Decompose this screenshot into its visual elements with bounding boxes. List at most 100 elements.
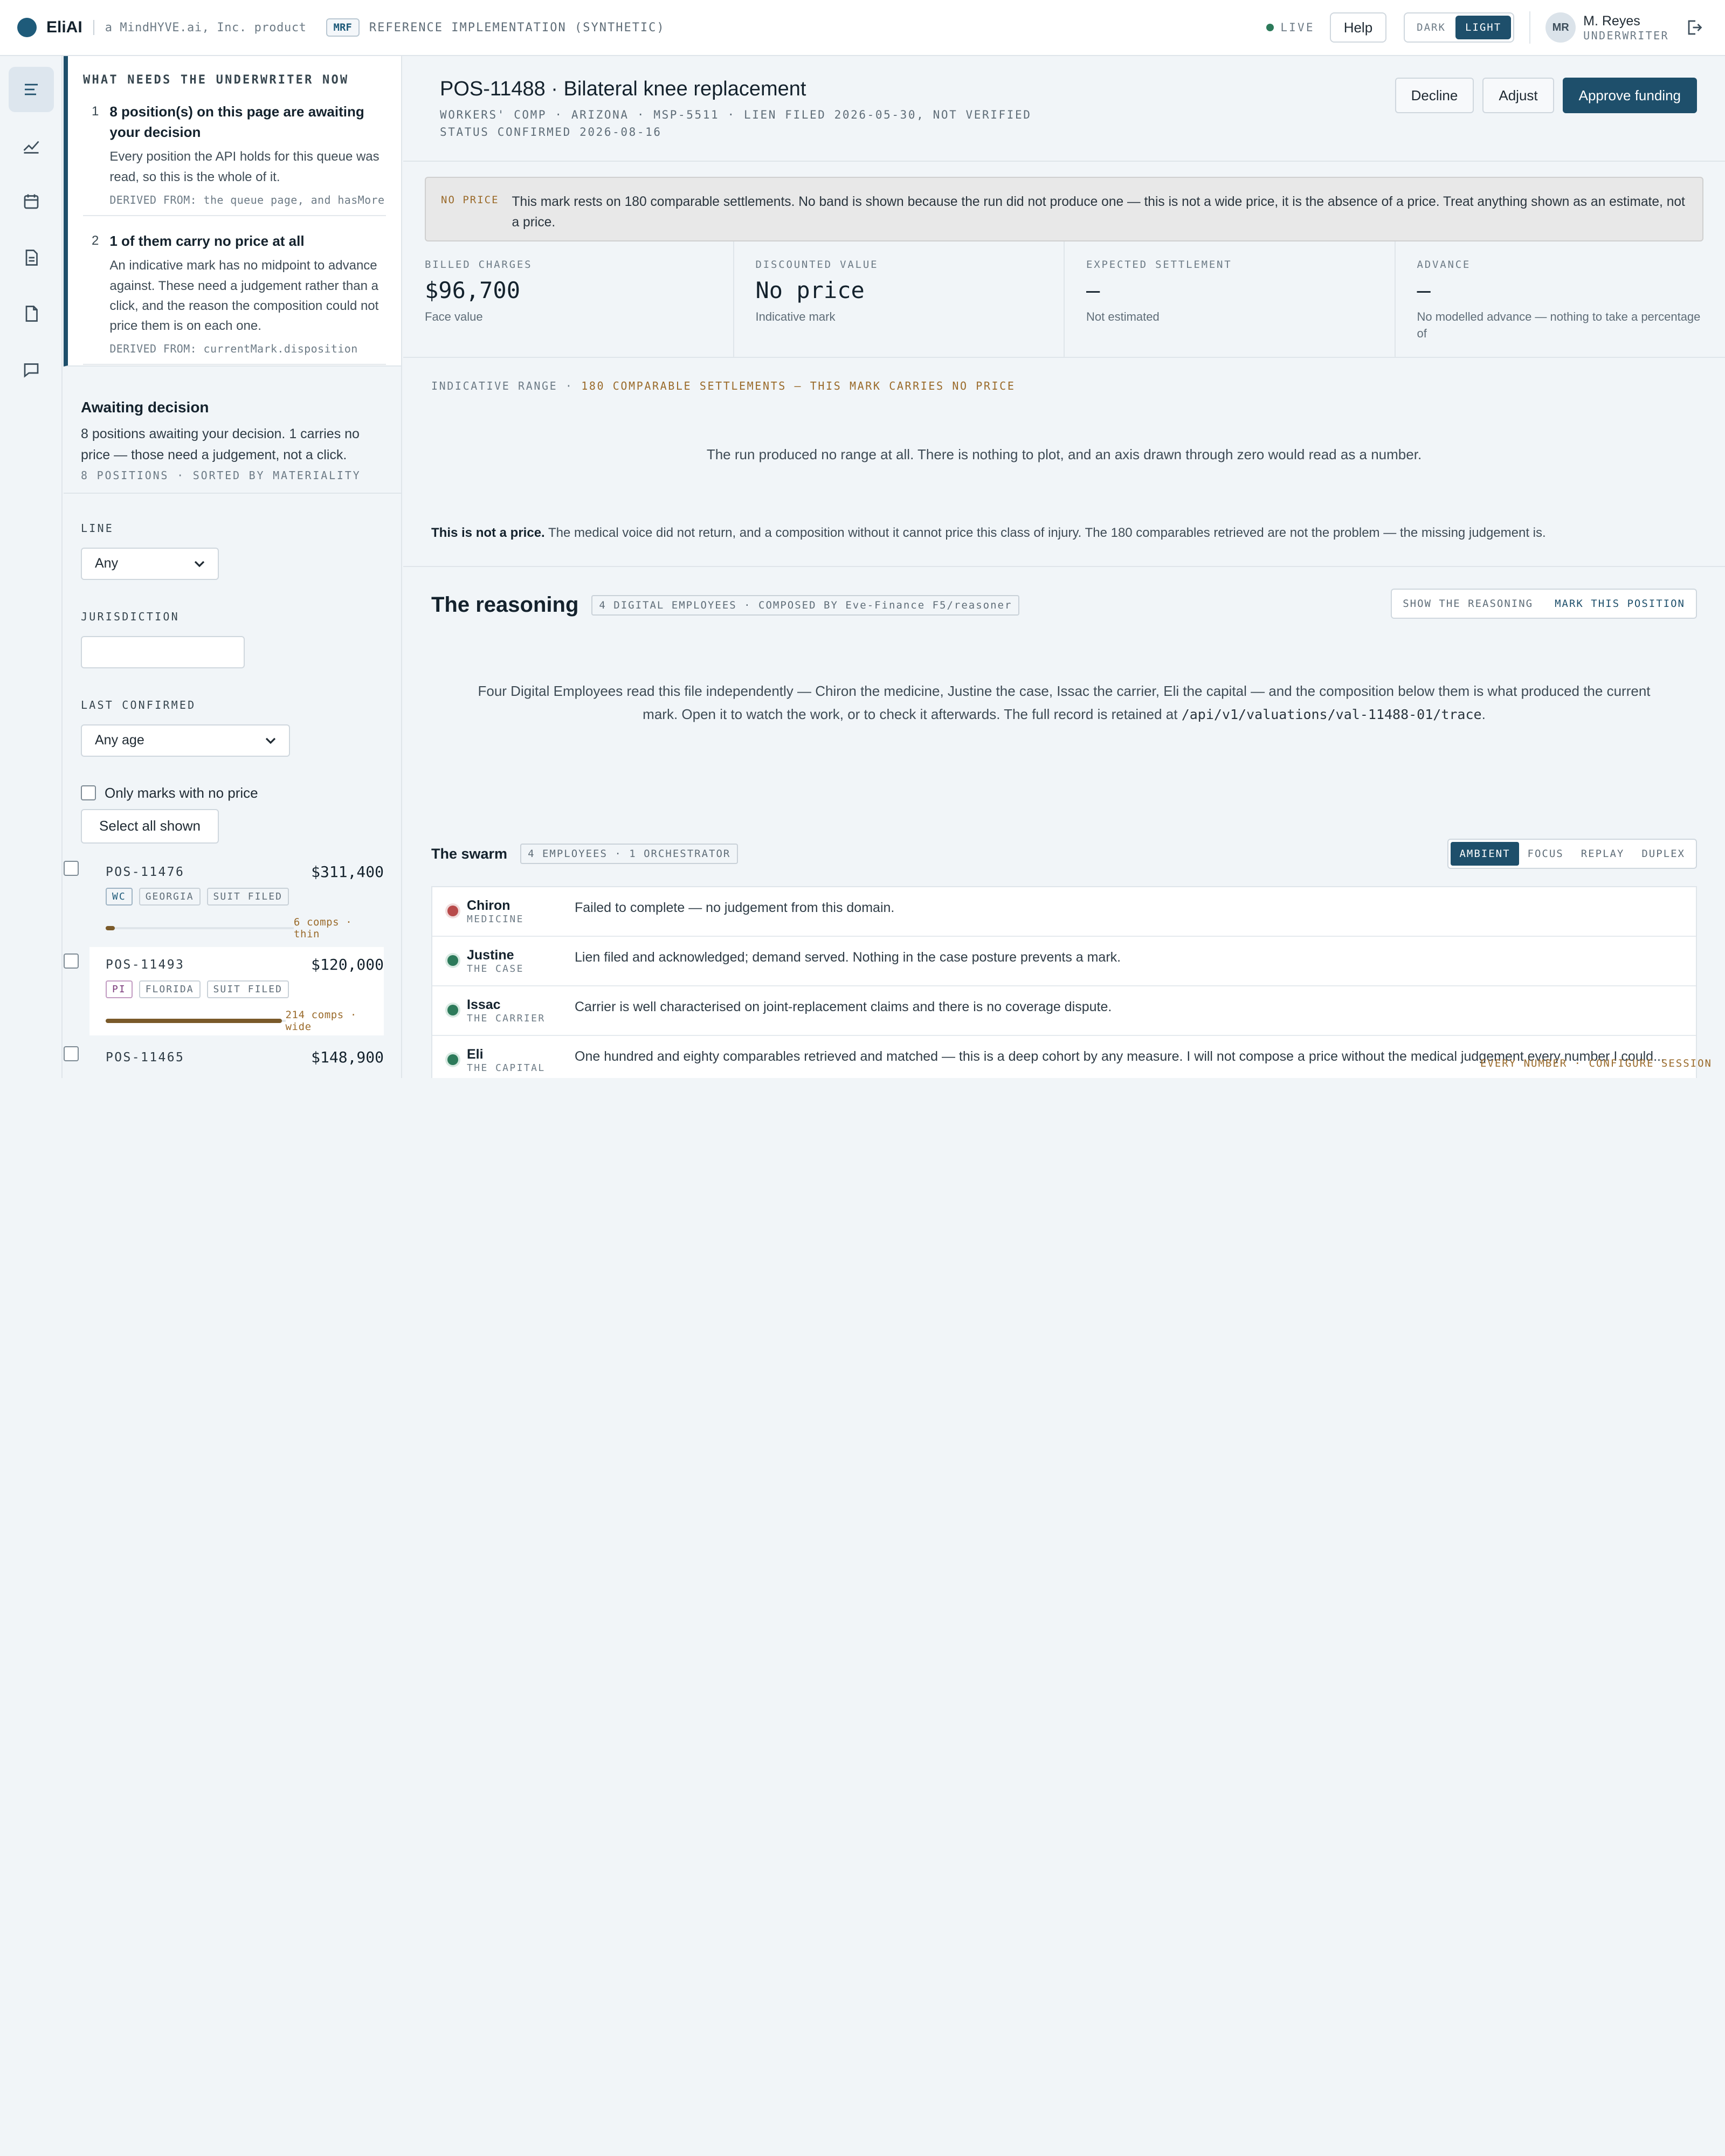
comps-bar-track: [106, 927, 294, 929]
kpi-advance: ADVANCE — No modelled advance — nothing …: [1396, 241, 1725, 357]
need-derived: DERIVED FROM: currentMark.disposition: [109, 342, 386, 355]
confirmed-filter-select[interactable]: Any age: [81, 724, 290, 757]
agent-name: Justine: [467, 948, 575, 963]
reasoning-actions: SHOW THE REASONING MARK THIS POSITION: [1391, 589, 1697, 619]
list-item[interactable]: Justine THE CASE Lien filed and acknowle…: [432, 937, 1696, 986]
list-item[interactable]: Chiron MEDICINE Failed to complete — no …: [432, 887, 1696, 937]
need-item: 2 1 of them carry no price at all An ind…: [83, 231, 386, 365]
rail-queue[interactable]: [9, 67, 54, 112]
status-ok-icon: [447, 955, 458, 966]
kpi-label: DISCOUNTED VALUE: [756, 259, 1043, 271]
kpi-label: BILLED CHARGES: [425, 259, 712, 271]
need-number: 1: [92, 102, 99, 206]
need-derived: DERIVED FROM: the queue page, and hasMor…: [109, 194, 386, 206]
position-card[interactable]: POS-11465 $148,900: [89, 1040, 384, 1079]
brand-divider: [93, 20, 94, 35]
agent-role: MEDICINE: [467, 914, 575, 925]
mode-replay[interactable]: REPLAY: [1572, 842, 1633, 866]
reasoning-title: The reasoning: [431, 593, 578, 617]
list-item[interactable]: Issac THE CARRIER Carrier is well charac…: [432, 986, 1696, 1036]
notice-tag: NO PRICE: [441, 192, 499, 226]
line-filter-select[interactable]: Any: [81, 548, 219, 580]
theme-dark-option[interactable]: DARK: [1407, 16, 1455, 39]
no-price-filter[interactable]: Only marks with no price: [81, 785, 384, 801]
brand-name: EliAI: [46, 18, 82, 37]
help-button[interactable]: Help: [1330, 12, 1386, 43]
top-bar: EliAI a MindHYVE.ai, Inc. product MRF RE…: [0, 0, 1725, 56]
queue-panel: WHAT NEEDS THE UNDERWRITER NOW 1 8 posit…: [64, 56, 402, 1078]
row-checkbox[interactable]: [64, 953, 79, 969]
kpi-sub: No modelled advance — nothing to take a …: [1417, 309, 1704, 342]
agent-list: Chiron MEDICINE Failed to complete — no …: [431, 886, 1697, 1078]
rail-documents[interactable]: [9, 235, 54, 280]
table-row[interactable]: POS-11476 $311,400 WC GEORGIA SUIT FILED…: [64, 854, 401, 947]
rail-calendar[interactable]: [9, 179, 54, 224]
table-row[interactable]: POS-11493 $120,000 PI FLORIDA SUIT FILED…: [64, 947, 401, 1040]
reasoning-pill: 4 DIGITAL EMPLOYEES · COMPOSED BY Eve-Fi…: [591, 595, 1019, 616]
list-item[interactable]: Eli THE CAPITAL One hundred and eighty c…: [432, 1036, 1696, 1078]
session-overlay-note[interactable]: EVERY NUMBER · CONFIGURE SESSION: [1480, 1058, 1712, 1069]
calendar-icon: [22, 192, 41, 211]
trace-path[interactable]: /api/v1/valuations/val-11488-01/trace: [1182, 707, 1482, 722]
user-role: UNDERWRITER: [1583, 29, 1669, 42]
rail-trends[interactable]: [9, 123, 54, 168]
position-card[interactable]: POS-11493 $120,000 PI FLORIDA SUIT FILED…: [89, 947, 384, 1035]
adjust-button[interactable]: Adjust: [1482, 78, 1554, 113]
line-filter-label: LINE: [81, 522, 384, 535]
document-icon: [22, 248, 41, 267]
position-value: $148,900: [311, 1048, 384, 1066]
theme-light-option[interactable]: LIGHT: [1455, 16, 1511, 39]
position-tags: WC GEORGIA SUIT FILED: [106, 888, 384, 906]
user-block: M. Reyes UNDERWRITER: [1583, 13, 1669, 42]
agent-identity: Chiron MEDICINE: [467, 898, 575, 925]
mode-duplex[interactable]: DUPLEX: [1633, 842, 1694, 866]
position-detail: POS-11488 · Bilateral knee replacement W…: [403, 56, 1725, 1078]
line-filter-value: Any: [95, 556, 118, 571]
no-price-notice: NO PRICE This mark rests on 180 comparab…: [425, 177, 1703, 241]
detail-header: POS-11488 · Bilateral knee replacement W…: [403, 56, 1725, 162]
mark-position-button[interactable]: MARK THIS POSITION: [1544, 590, 1696, 618]
brand-subtitle: a MindHYVE.ai, Inc. product: [105, 21, 307, 34]
row-checkbox[interactable]: [64, 861, 79, 876]
row-checkbox[interactable]: [64, 1046, 79, 1061]
avatar[interactable]: MR: [1545, 12, 1576, 43]
reasoning-body: Four Digital Employees read this file in…: [474, 680, 1654, 726]
mode-focus[interactable]: FOCUS: [1519, 842, 1572, 866]
range-label: INDICATIVE RANGE · 180 COMPARABLE SETTLE…: [431, 379, 1697, 392]
no-price-checkbox[interactable]: [81, 785, 96, 800]
agent-role: THE CAPITAL: [467, 1062, 575, 1074]
comps-bar-fill: [106, 926, 115, 930]
table-row[interactable]: POS-11465 $148,900: [64, 1040, 401, 1079]
confirmed-filter-value: Any age: [95, 733, 144, 748]
rail-files[interactable]: [9, 291, 54, 336]
comps-bar-fill: [106, 1019, 282, 1023]
kpi-label: ADVANCE: [1417, 259, 1704, 271]
left-rail: [0, 56, 63, 1078]
need-body: Every position the API holds for this qu…: [109, 147, 386, 186]
select-all-button[interactable]: Select all shown: [81, 809, 219, 844]
rail-messages[interactable]: [9, 347, 54, 392]
agent-name: Issac: [467, 997, 575, 1013]
live-dot-icon: [1266, 24, 1274, 31]
indicative-range: INDICATIVE RANGE · 180 COMPARABLE SETTLE…: [403, 358, 1725, 567]
status-ok-icon: [447, 1054, 458, 1065]
swarm-pill: 4 EMPLOYEES · 1 ORCHESTRATOR: [520, 844, 738, 864]
approve-funding-button[interactable]: Approve funding: [1563, 78, 1697, 113]
kpi-value: —: [1417, 277, 1704, 303]
position-card[interactable]: POS-11476 $311,400 WC GEORGIA SUIT FILED…: [89, 854, 384, 943]
logout-icon[interactable]: [1684, 18, 1703, 37]
mode-ambient[interactable]: AMBIENT: [1451, 842, 1519, 866]
line-tag: PI: [106, 980, 133, 998]
comps-bar-track: [106, 1020, 286, 1022]
show-reasoning-button[interactable]: SHOW THE REASONING: [1392, 590, 1544, 618]
brand-logo-icon: [17, 18, 37, 37]
swarm-mode-toggle: AMBIENT FOCUS REPLAY DUPLEX: [1447, 839, 1697, 869]
live-indicator: LIVE: [1266, 21, 1314, 34]
jurisdiction-input[interactable]: [81, 636, 245, 668]
decline-button[interactable]: Decline: [1395, 78, 1474, 113]
comps-bar-row: 6 comps · thin: [106, 916, 384, 940]
awaiting-meta: 8 POSITIONS · SORTED BY MATERIALITY: [81, 469, 384, 482]
reasoning-end: .: [1482, 706, 1486, 722]
kpi-sub: Face value: [425, 309, 712, 326]
need-content: 1 of them carry no price at all An indic…: [109, 231, 386, 355]
